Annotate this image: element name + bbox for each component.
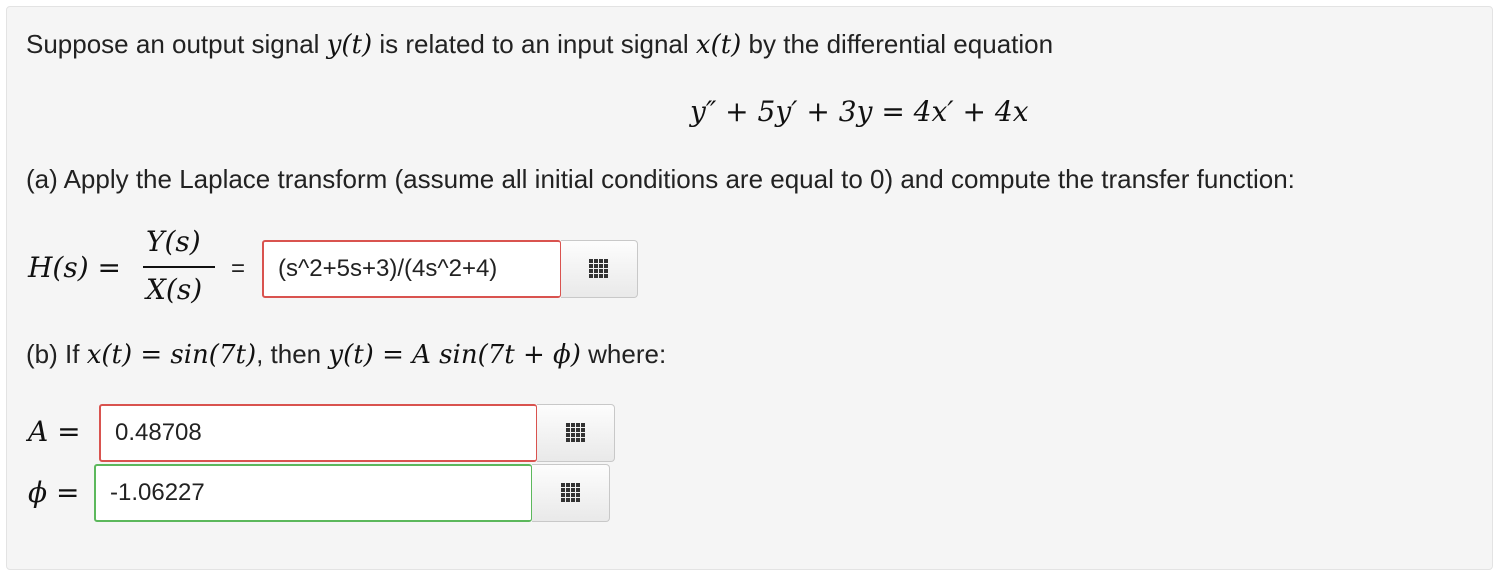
intro-text-1: Suppose an output signal bbox=[26, 29, 320, 59]
transfer-function-input[interactable]: (s^2+5s+3)/(4s^2+4) bbox=[262, 240, 561, 298]
fraction-bar bbox=[143, 266, 215, 268]
phase-label: ϕ = bbox=[28, 476, 80, 509]
tf-numerator: Y(s) bbox=[146, 225, 201, 258]
part-b-prefix: (b) If bbox=[26, 339, 80, 369]
x-of-t: x(t) bbox=[695, 30, 742, 60]
part-b-suffix: where: bbox=[588, 339, 667, 369]
grid-keyboard-icon bbox=[589, 259, 609, 279]
intro-line: Suppose an output signal y(t) is related… bbox=[26, 31, 1053, 58]
transfer-function-value: (s^2+5s+3)/(4s^2+4) bbox=[278, 255, 498, 282]
phase-input[interactable]: -1.06227 bbox=[94, 464, 532, 522]
transfer-function-lhs: H(s) = bbox=[28, 251, 121, 284]
part-b-line: (b) If x(t) = sin(7t), then y(t) = A sin… bbox=[26, 341, 666, 368]
tf-keyboard-button[interactable] bbox=[561, 240, 638, 298]
grid-keyboard-icon bbox=[565, 423, 586, 443]
amplitude-value: 0.48708 bbox=[115, 419, 202, 446]
phase-value: -1.06227 bbox=[110, 479, 205, 506]
phase-keyboard-button[interactable] bbox=[532, 464, 610, 522]
grid-keyboard-icon bbox=[560, 483, 581, 503]
amplitude-label: A = bbox=[28, 415, 81, 448]
part-b-x-expr: x(t) = sin(7t) bbox=[86, 340, 257, 370]
y-of-t: y(t) bbox=[326, 30, 373, 60]
intro-text-3: by the differential equation bbox=[748, 29, 1054, 59]
part-b-then: , then bbox=[256, 339, 322, 369]
amplitude-keyboard-button[interactable] bbox=[537, 404, 615, 462]
part-b-y-expr: y(t) = A sin(7t + ϕ) bbox=[328, 340, 581, 370]
amplitude-input[interactable]: 0.48708 bbox=[99, 404, 537, 462]
tf-equals-sign: = bbox=[231, 255, 246, 282]
tf-denominator: X(s) bbox=[146, 273, 203, 306]
differential-equation: y″ + 5y′ + 3y = 4x′ + 4x bbox=[690, 95, 1029, 128]
intro-text-2: is related to an input signal bbox=[379, 29, 689, 59]
part-a-text: (a) Apply the Laplace transform (assume … bbox=[26, 164, 1295, 194]
